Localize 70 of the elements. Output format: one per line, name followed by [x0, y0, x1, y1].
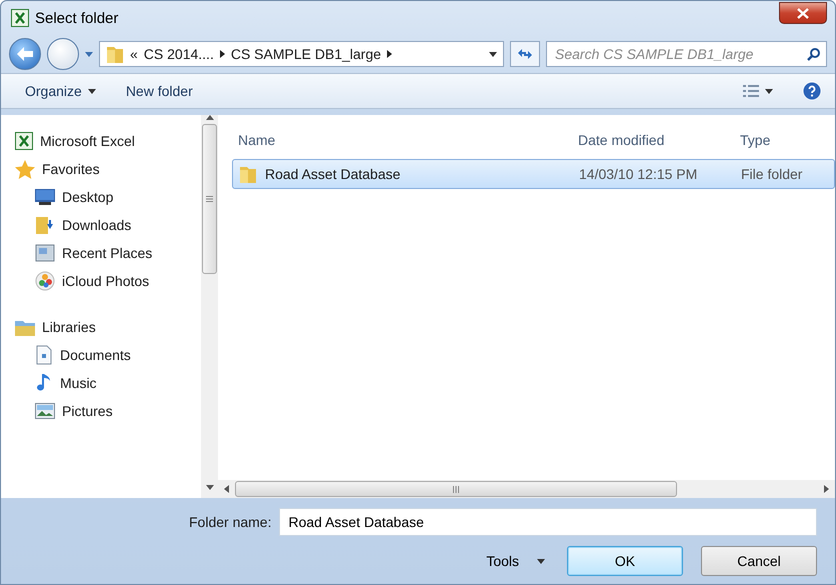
folder-icon: [239, 164, 257, 184]
horizontal-scrollbar[interactable]: [218, 480, 835, 498]
nav-group[interactable]: Favorites: [15, 155, 201, 183]
caret-icon: [206, 485, 214, 490]
scroll-up-icon: [206, 115, 214, 120]
folder-icon: [106, 44, 124, 64]
address-bar[interactable]: « CS 2014.... CS SAMPLE DB1_large: [99, 41, 504, 67]
caret-icon: [489, 52, 497, 56]
photos-icon: [35, 271, 55, 291]
music-note-icon: [35, 373, 53, 393]
field-label: Folder name:: [189, 514, 272, 530]
picture-icon: [35, 403, 55, 419]
refresh-button[interactable]: [510, 41, 540, 67]
scroll-left-icon: [224, 485, 229, 493]
document-icon: [35, 345, 53, 365]
recent-places-icon: [35, 244, 55, 262]
help-button[interactable]: [803, 82, 821, 100]
date-cell-text: 14/03/10 12:15 PM: [579, 166, 698, 182]
close-icon: [797, 8, 809, 18]
sidebar-scrollbar[interactable]: [201, 115, 218, 498]
caret-icon: [765, 88, 773, 94]
grip-icon: [206, 196, 213, 202]
close-button[interactable]: [779, 2, 827, 24]
chevron-icon: [387, 50, 392, 58]
type-cell-text: File folder: [741, 166, 804, 182]
overflow-mark[interactable]: «: [130, 46, 138, 62]
nav-item[interactable]: iCloud Photos: [15, 267, 201, 295]
caret-icon: [537, 558, 545, 564]
caret-icon: [85, 52, 93, 56]
new-folder-button[interactable]: New folder: [126, 83, 193, 99]
refresh-arrows-icon: [517, 48, 533, 60]
view-menu[interactable]: [743, 85, 773, 97]
caret-icon: [88, 88, 96, 94]
star-icon: [15, 160, 35, 178]
chevron-icon: [220, 50, 225, 58]
folder-name-field[interactable]: Road Asset Database: [279, 508, 817, 536]
spreadsheet-icon: [15, 132, 33, 150]
list-view-icon: [743, 85, 759, 97]
grip-icon: [453, 486, 459, 492]
breadcrumb[interactable]: CS SAMPLE DB1_large: [230, 46, 382, 62]
back-arrow-icon: [17, 47, 33, 61]
window-title: Select folder: [35, 10, 118, 26]
back-button[interactable]: [9, 38, 41, 70]
library-icon: [15, 318, 35, 336]
search-icon: [807, 48, 820, 60]
column-header[interactable]: Name: [232, 132, 578, 148]
nav-item[interactable]: Pictures: [15, 397, 201, 425]
nav-item[interactable]: Music: [15, 369, 201, 397]
forward-button[interactable]: [47, 38, 79, 70]
download-folder-icon: [35, 215, 55, 235]
column-header[interactable]: Type: [740, 132, 835, 148]
help-icon: [803, 82, 821, 100]
file-name: Road Asset Database: [233, 164, 579, 184]
tools-menu[interactable]: Tools: [482, 553, 549, 569]
nav-group[interactable]: Microsoft Excel: [15, 127, 201, 155]
scroll-right-icon: [824, 485, 829, 493]
nav-item[interactable]: Desktop: [15, 183, 201, 211]
cancel-button[interactable]: Cancel: [701, 546, 817, 576]
file-row[interactable]: Road Asset Database 14/03/10 12:15 PM File folder: [232, 159, 835, 189]
organize-menu[interactable]: Organize: [25, 83, 96, 99]
breadcrumb[interactable]: CS 2014....: [144, 46, 214, 62]
nav-group[interactable]: Libraries: [15, 313, 201, 341]
spreadsheet-icon: [11, 9, 29, 27]
column-header[interactable]: Date modified: [578, 132, 740, 148]
nav-item[interactable]: Downloads: [15, 211, 201, 239]
nav-item[interactable]: Documents: [15, 341, 201, 369]
search-field[interactable]: Search CS SAMPLE DB1_large: [546, 41, 827, 67]
monitor-icon: [35, 189, 55, 205]
nav-item[interactable]: Recent Places: [15, 239, 201, 267]
ok-button[interactable]: OK: [567, 546, 683, 576]
